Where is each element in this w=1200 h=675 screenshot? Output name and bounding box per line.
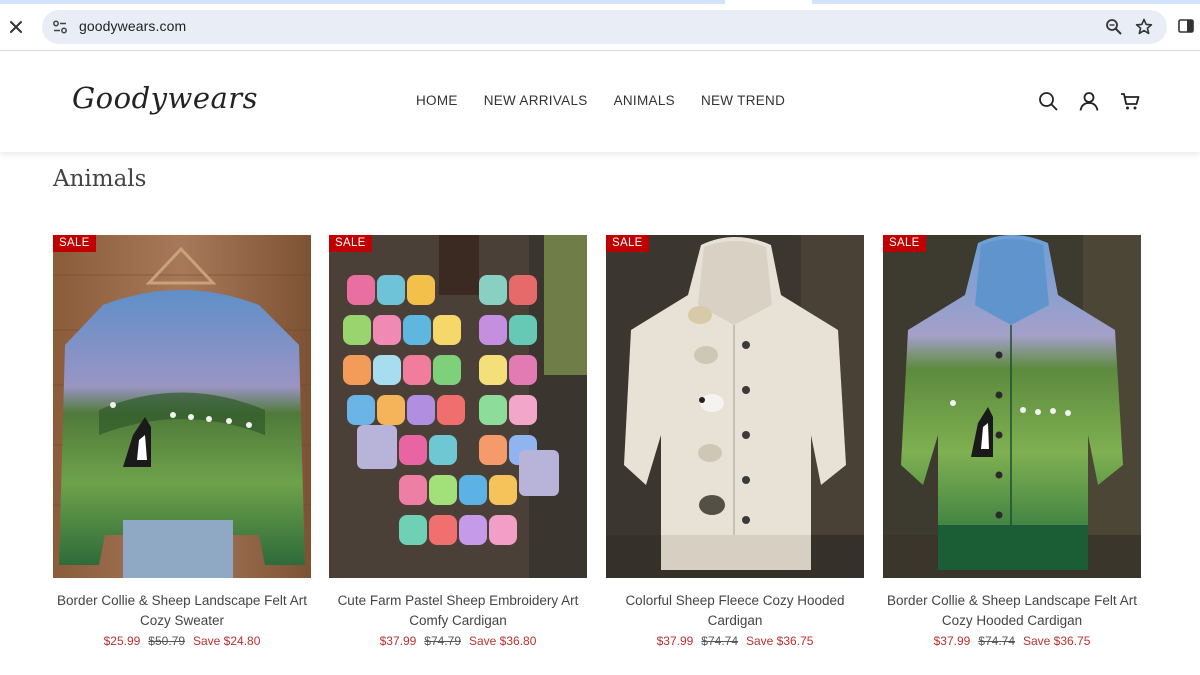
cart-icon[interactable] bbox=[1119, 90, 1141, 112]
search-icon[interactable] bbox=[1037, 90, 1059, 112]
sale-badge: SALE bbox=[53, 235, 96, 252]
sale-badge: SALE bbox=[329, 235, 372, 252]
close-icon[interactable] bbox=[6, 17, 26, 37]
nav-new-trend[interactable]: NEW TREND bbox=[701, 93, 785, 108]
browser-toolbar: goodywears.com bbox=[0, 5, 1200, 51]
side-panel-icon[interactable] bbox=[1177, 17, 1197, 37]
price-row: $37.99 $74.74 Save $36.75 bbox=[606, 634, 864, 648]
sale-price: $37.99 bbox=[379, 634, 417, 648]
save-amount: Save $36.75 bbox=[746, 634, 814, 648]
product-name[interactable]: Colorful Sheep Fleece Cozy Hooded Cardig… bbox=[606, 591, 864, 631]
product-card[interactable]: SALE Border Collie & Sheep Landscape Fel… bbox=[53, 235, 311, 648]
product-image[interactable]: SALE bbox=[53, 235, 311, 578]
save-amount: Save $24.80 bbox=[193, 634, 261, 648]
compare-price: $50.79 bbox=[148, 634, 185, 648]
save-amount: Save $36.75 bbox=[1023, 634, 1091, 648]
zoom-icon[interactable] bbox=[1105, 18, 1123, 36]
tab-strip-segment bbox=[0, 0, 725, 4]
product-name[interactable]: Border Collie & Sheep Landscape Felt Art… bbox=[883, 591, 1141, 631]
price-row: $37.99 $74.74 Save $36.75 bbox=[883, 634, 1141, 648]
nav-home[interactable]: HOME bbox=[416, 93, 458, 108]
compare-price: $74.79 bbox=[424, 634, 461, 648]
site-logo[interactable]: Goodywears bbox=[72, 81, 258, 115]
account-icon[interactable] bbox=[1078, 90, 1100, 112]
tab-strip-segment bbox=[812, 0, 1200, 4]
sale-badge: SALE bbox=[883, 235, 926, 252]
compare-price: $74.74 bbox=[978, 634, 1015, 648]
main-nav: HOME NEW ARRIVALS ANIMALS NEW TREND bbox=[416, 93, 811, 108]
product-image[interactable]: SALE bbox=[883, 235, 1141, 578]
bookmark-star-icon[interactable] bbox=[1134, 17, 1154, 37]
sale-price: $25.99 bbox=[103, 634, 141, 648]
address-bar[interactable]: goodywears.com bbox=[42, 10, 1167, 44]
product-card[interactable]: SALE Cute Farm Pastel Sheep Embroidery A… bbox=[329, 235, 587, 648]
product-name[interactable]: Cute Farm Pastel Sheep Embroidery Art Co… bbox=[329, 591, 587, 631]
site-settings-icon[interactable] bbox=[52, 19, 68, 35]
product-card[interactable]: SALE Colorful Sheep Fleece Cozy Hooded C… bbox=[606, 235, 864, 648]
site-header: Goodywears HOME NEW ARRIVALS ANIMALS NEW… bbox=[0, 51, 1200, 152]
nav-new-arrivals[interactable]: NEW ARRIVALS bbox=[484, 93, 588, 108]
page-title: Animals bbox=[53, 166, 147, 192]
product-image[interactable]: SALE bbox=[329, 235, 587, 578]
sale-price: $37.99 bbox=[933, 634, 971, 648]
product-image[interactable]: SALE bbox=[606, 235, 864, 578]
sale-price: $37.99 bbox=[656, 634, 694, 648]
sale-badge: SALE bbox=[606, 235, 649, 252]
product-card[interactable]: SALE Border Collie & Sheep Landscape Fel… bbox=[883, 235, 1141, 648]
compare-price: $74.74 bbox=[701, 634, 738, 648]
url-text[interactable]: goodywears.com bbox=[79, 18, 186, 34]
product-name[interactable]: Border Collie & Sheep Landscape Felt Art… bbox=[53, 591, 311, 631]
price-row: $25.99 $50.79 Save $24.80 bbox=[53, 634, 311, 648]
price-row: $37.99 $74.79 Save $36.80 bbox=[329, 634, 587, 648]
nav-animals[interactable]: ANIMALS bbox=[614, 93, 675, 108]
save-amount: Save $36.80 bbox=[469, 634, 537, 648]
